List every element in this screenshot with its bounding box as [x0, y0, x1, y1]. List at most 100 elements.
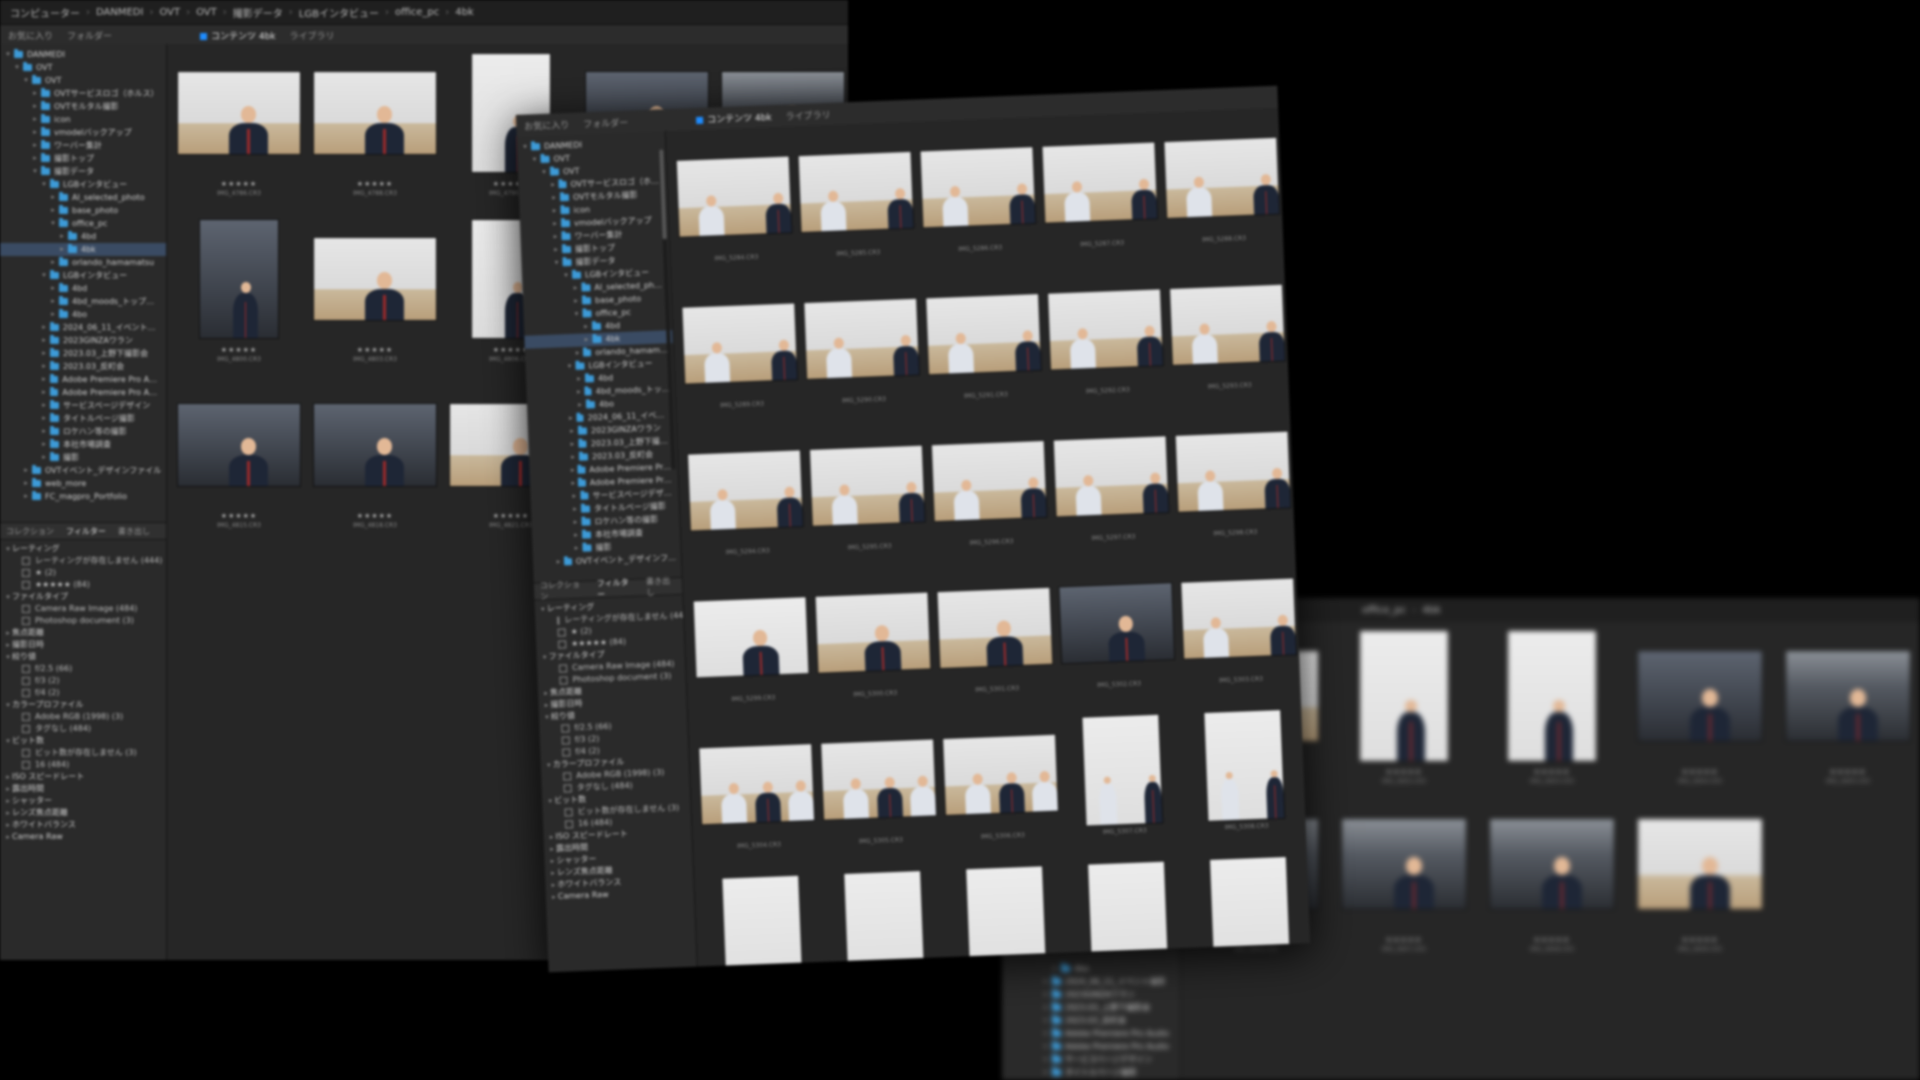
rating-stars[interactable]: ★★★★★ — [221, 512, 257, 520]
photo-thumbnail[interactable] — [1181, 578, 1297, 659]
chevron-right-icon[interactable]: ▸ — [570, 490, 578, 503]
chevron-right-icon[interactable]: ▸ — [40, 438, 48, 451]
photo-thumbnail[interactable] — [926, 294, 1041, 375]
checkbox[interactable] — [563, 784, 572, 793]
photo-thumbnail[interactable] — [676, 156, 792, 237]
photo-thumbnail[interactable] — [844, 870, 925, 967]
chevron-down-icon[interactable]: ▾ — [40, 269, 48, 282]
chevron-right-icon[interactable]: ▸ — [1042, 988, 1050, 1001]
chevron-down-icon[interactable]: ▾ — [4, 543, 12, 555]
filter-section[interactable]: ▸ シャッター — [0, 795, 166, 807]
folder-tree-item[interactable]: ▸ 2024_06_11_イベント撮影 — [1002, 975, 1180, 988]
chevron-right-icon[interactable]: ▸ — [58, 243, 66, 256]
chevron-right-icon[interactable]: ▸ — [555, 556, 562, 569]
checkbox[interactable] — [22, 557, 30, 565]
folder-tree-item[interactable]: ▸ 2023.03_上野下撮影会 — [1002, 1001, 1180, 1014]
chevron-right-icon[interactable]: ▸ — [4, 771, 12, 783]
chevron-down-icon[interactable]: ▾ — [4, 591, 12, 603]
chevron-down-icon[interactable]: ▾ — [4, 48, 12, 61]
checkbox[interactable] — [562, 748, 571, 757]
checkbox[interactable] — [563, 772, 572, 781]
chevron-right-icon[interactable]: ▸ — [1042, 1001, 1050, 1014]
filter-section[interactable]: ▾ レーティング — [0, 543, 166, 555]
folder-tree-item[interactable]: ▸ vmodelバックアップ — [0, 126, 166, 139]
chevron-right-icon[interactable]: ▸ — [40, 360, 48, 373]
checkbox[interactable] — [22, 581, 30, 589]
thumbnail-cell[interactable]: IMG_5296.CR3 — [926, 423, 1054, 575]
photo-thumbnail[interactable] — [815, 592, 931, 673]
photo-thumbnail[interactable] — [314, 238, 436, 320]
chevron-down-icon[interactable]: ▾ — [530, 153, 538, 166]
folder-tree-item[interactable]: ▸ FC_magpro_Portfolio — [0, 490, 166, 503]
folder-tree-item[interactable]: ▾ OVT — [0, 74, 166, 87]
checkbox[interactable] — [22, 689, 30, 697]
filter-option[interactable]: レーティングが存在しません (444) — [0, 555, 166, 567]
folder-tree-item[interactable]: ▾ OVT — [0, 61, 166, 74]
chevron-right-icon[interactable]: ▸ — [4, 795, 12, 807]
thumbnail-cell[interactable]: IMG_5302.CR3 — [1054, 565, 1182, 717]
chevron-right-icon[interactable]: ▸ — [552, 243, 560, 256]
checkbox[interactable] — [22, 749, 30, 757]
breadcrumb-item[interactable]: office_pc — [395, 7, 439, 18]
chevron-right-icon[interactable]: ▸ — [1042, 1027, 1050, 1040]
chevron-right-icon[interactable]: ▸ — [572, 542, 580, 555]
photo-thumbnail[interactable] — [1204, 710, 1285, 821]
folder-tree-item[interactable]: ▾ DANMEDI — [0, 48, 166, 61]
folder-tree-item[interactable]: ▸ 撮影トップ — [0, 152, 166, 165]
checkbox[interactable] — [22, 725, 30, 733]
chevron-right-icon[interactable]: ▸ — [40, 347, 48, 360]
filter-section[interactable]: ▸ 露出時間 — [0, 783, 166, 795]
checkbox[interactable] — [22, 605, 30, 613]
chevron-right-icon[interactable]: ▸ — [571, 516, 579, 529]
filter-option[interactable]: f/2.5 (66) — [0, 663, 166, 675]
filter-section[interactable]: ▸ Camera Raw — [0, 831, 166, 843]
photo-thumbnail[interactable] — [699, 744, 815, 825]
folder-tree-item[interactable]: ▸ base_photo — [0, 204, 166, 217]
photo-thumbnail[interactable] — [937, 587, 1053, 669]
photo-thumbnail[interactable] — [1164, 137, 1280, 219]
folder-tree-item[interactable]: ▸ 4bd — [0, 230, 166, 243]
chevron-right-icon[interactable]: ▸ — [49, 191, 57, 204]
folder-tree-item[interactable]: ▸ サービスページデザイン — [1002, 1053, 1180, 1066]
chevron-right-icon[interactable]: ▸ — [31, 87, 39, 100]
folder-tree-item[interactable]: ▸ ワーバー集計 — [0, 139, 166, 152]
thumbnail-cell[interactable]: ★★★★★ IMG_4815.CR3 — [171, 382, 307, 548]
thumbnail-cell[interactable]: ★★★★★ IMG_4902.CR3 — [1330, 628, 1478, 796]
filter-section[interactable]: ▾ ファイルタイプ — [0, 591, 166, 603]
chevron-down-icon[interactable]: ▾ — [31, 165, 39, 178]
breadcrumb-item[interactable]: コンピューター — [10, 5, 80, 20]
rating-stars[interactable]: ★★★★★ — [1682, 936, 1718, 944]
photo-thumbnail[interactable] — [1360, 631, 1448, 761]
chevron-right-icon[interactable]: ▸ — [551, 217, 559, 230]
chevron-right-icon[interactable]: ▸ — [22, 477, 30, 490]
folder-tree-item[interactable]: ▸ 撮影 — [0, 451, 166, 464]
thumbnail-cell[interactable]: IMG_5308.CR3 — [1181, 707, 1309, 859]
filter-section[interactable]: ▾ 絞り値 — [0, 651, 166, 663]
thumbnail-cell[interactable]: IMG_5287.CR3 — [1037, 124, 1165, 276]
thumbnail-cell[interactable]: IMG_5288.CR3 — [1159, 120, 1287, 272]
photo-thumbnail[interactable] — [1048, 289, 1163, 370]
filter-option[interactable]: ビット数が存在しません (3) — [0, 747, 166, 759]
thumbnail-cell[interactable]: IMG_5311.CR3 — [943, 863, 1071, 967]
chevron-right-icon[interactable]: ▸ — [31, 113, 39, 126]
rating-stars[interactable]: ★★★★★ — [357, 512, 393, 520]
tab-library[interactable]: ライブラリ — [785, 107, 830, 122]
chevron-right-icon[interactable]: ▸ — [1042, 1053, 1050, 1066]
rating-stars[interactable]: ★★★★★ — [1682, 768, 1718, 776]
folder-tree-item[interactable]: ▸ 4bo — [1002, 962, 1180, 975]
chevron-right-icon[interactable]: ▸ — [40, 412, 48, 425]
folder-tree-item[interactable]: ▸ Adobe Premiere Pro Audio — [0, 386, 166, 399]
chevron-right-icon[interactable]: ▸ — [582, 333, 590, 346]
folder-tree-item[interactable]: ▸ 4bd_moods_トップ撮影 — [0, 295, 166, 308]
photo-thumbnail[interactable] — [1175, 431, 1291, 512]
photo-thumbnail[interactable] — [314, 404, 436, 486]
folder-tree-item[interactable]: ▸ Adobe Premiere Pro Audio — [1002, 1027, 1180, 1040]
chevron-right-icon[interactable]: ▸ — [31, 100, 39, 113]
photo-thumbnail[interactable] — [1638, 651, 1762, 741]
checkbox[interactable] — [22, 569, 30, 577]
photo-thumbnail[interactable] — [1786, 651, 1910, 741]
filter-option[interactable]: Adobe RGB (1998) (3) — [0, 711, 166, 723]
folder-tree-item[interactable]: ▸ タイトルページ撮影 — [0, 412, 166, 425]
chevron-down-icon[interactable]: ▾ — [13, 61, 21, 74]
thumbnail-cell[interactable]: ★★★★★ IMG_4788.CR3 — [307, 50, 443, 216]
